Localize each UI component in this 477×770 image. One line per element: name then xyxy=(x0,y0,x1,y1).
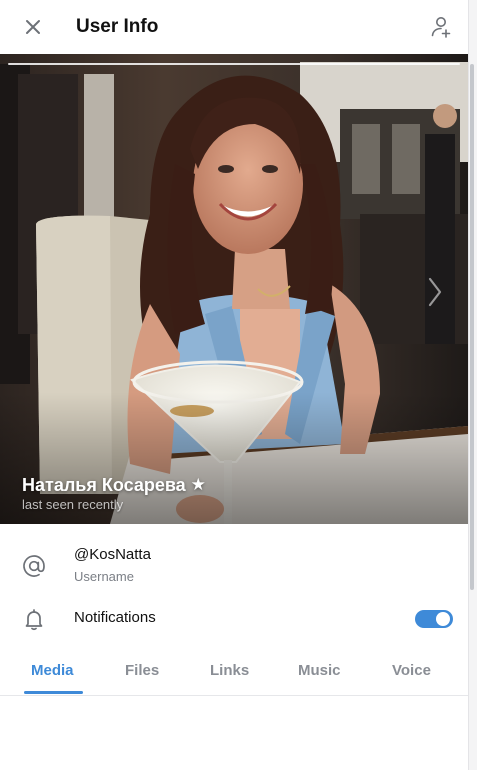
close-button[interactable] xyxy=(19,13,47,41)
star-icon: ★ xyxy=(190,475,206,494)
scrollbar-thumb[interactable] xyxy=(470,64,474,590)
media-tabs: Media Files Links Music Voice xyxy=(0,648,468,696)
tab-music[interactable]: Music xyxy=(298,662,341,679)
active-tab-indicator xyxy=(24,691,83,694)
close-icon xyxy=(26,20,40,34)
notifications-label: Notifications xyxy=(74,609,156,626)
at-sign-icon xyxy=(19,551,49,581)
profile-photo-image xyxy=(0,54,468,524)
notifications-row[interactable]: Notifications xyxy=(0,600,468,638)
tab-links[interactable]: Links xyxy=(210,662,249,679)
next-photo-button[interactable] xyxy=(422,272,448,312)
username-label: Username xyxy=(74,569,134,584)
user-info-panel: User Info Наталья Косарева ★ last seen r… xyxy=(0,0,468,770)
add-contact-icon xyxy=(431,17,451,38)
header: User Info xyxy=(0,0,468,54)
profile-name-row: Наталья Косарева ★ xyxy=(22,474,206,496)
chevron-right-icon xyxy=(428,277,442,307)
bell-icon xyxy=(19,604,49,634)
add-contact-button[interactable] xyxy=(426,12,456,42)
username-row[interactable]: @KosNatta Username xyxy=(0,536,468,596)
profile-photo[interactable]: Наталья Косарева ★ last seen recently xyxy=(0,54,468,524)
tab-files[interactable]: Files xyxy=(125,662,159,679)
tab-voice[interactable]: Voice xyxy=(392,662,431,679)
username-value: @KosNatta xyxy=(74,546,151,563)
tab-media[interactable]: Media xyxy=(31,662,74,679)
last-seen-status: last seen recently xyxy=(22,497,124,512)
toggle-knob xyxy=(436,612,450,626)
story-progress-bar xyxy=(8,63,460,65)
user-name: Наталья Косарева xyxy=(22,475,186,495)
notifications-toggle[interactable] xyxy=(415,610,453,628)
page-title: User Info xyxy=(76,16,159,37)
